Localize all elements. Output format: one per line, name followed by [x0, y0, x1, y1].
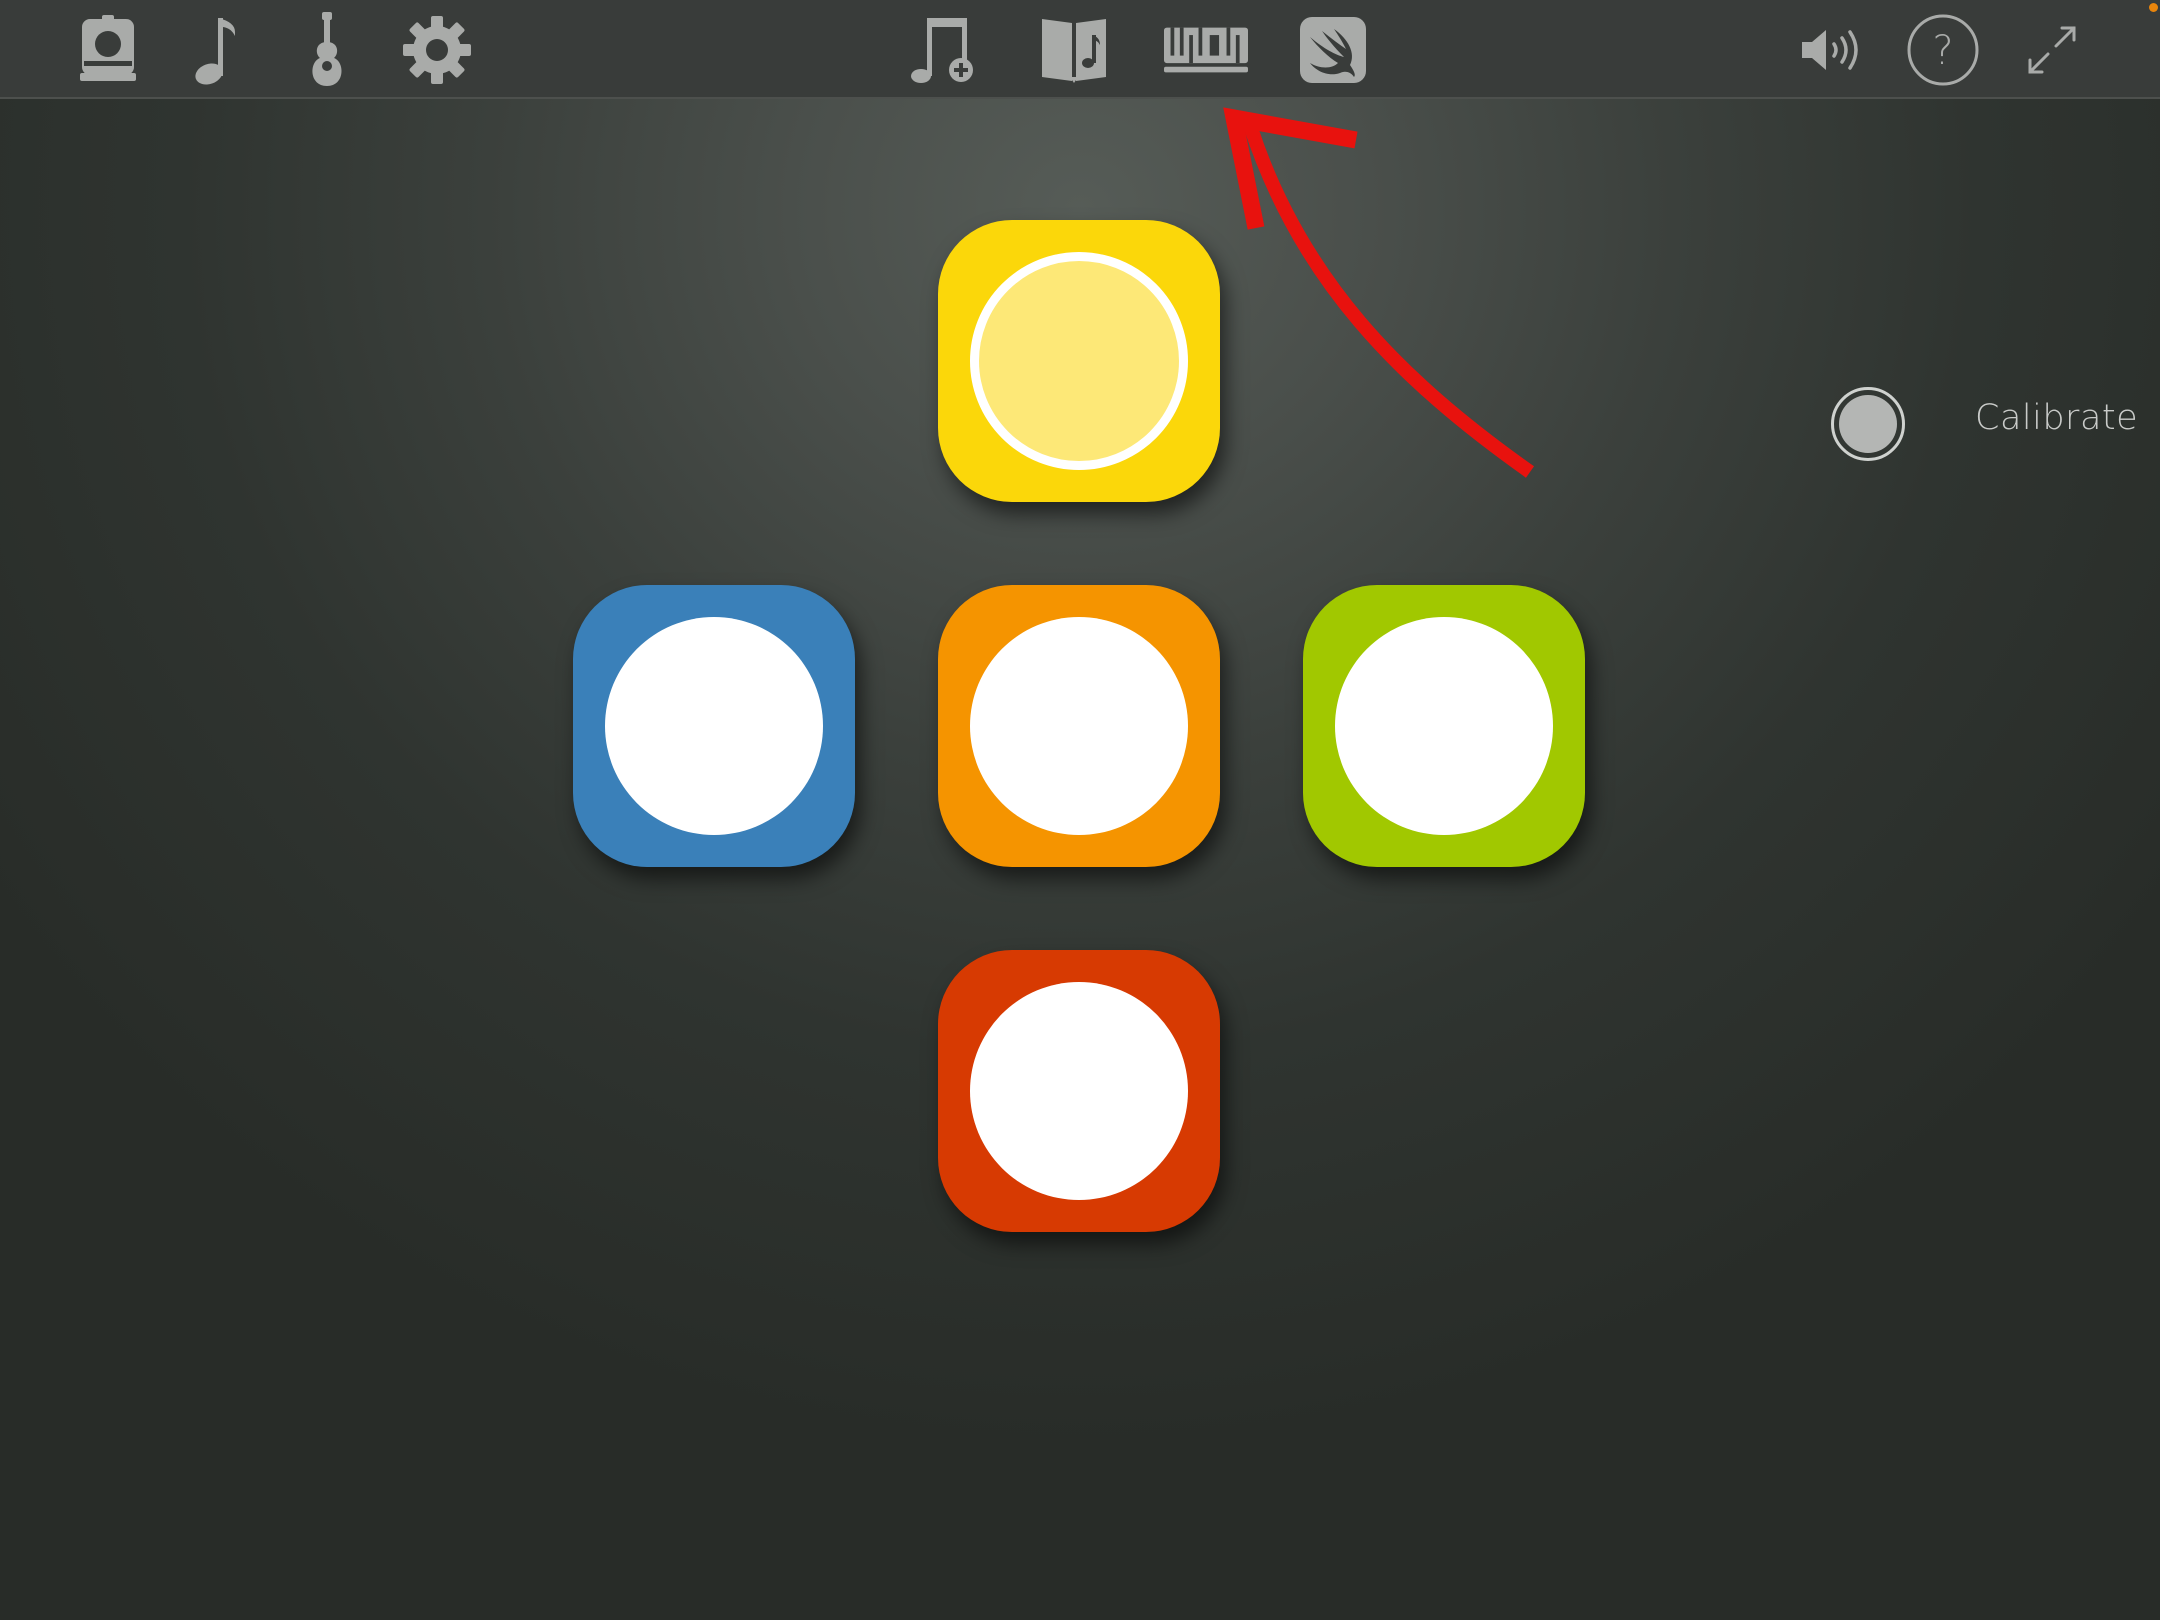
toolbar-swift-button[interactable]	[1291, 8, 1375, 92]
pad-red-dot	[970, 982, 1188, 1200]
volume-icon	[1802, 30, 1858, 70]
pad-yellow-dot	[970, 252, 1188, 470]
help-icon: ?	[1907, 14, 1979, 86]
add-song-icon	[911, 18, 973, 83]
toolbar-device-button[interactable]	[66, 8, 150, 92]
songbook-icon	[1042, 19, 1106, 83]
swift-icon	[1300, 17, 1366, 83]
toolbar-settings-button[interactable]	[395, 8, 479, 92]
calibrate-toggle-knob	[1839, 395, 1897, 453]
toolbar-volume-button[interactable]	[1791, 8, 1875, 92]
guitar-icon	[312, 12, 342, 86]
toolbar-add-song-button[interactable]	[902, 8, 986, 92]
gear-icon	[403, 16, 471, 84]
pad-blue[interactable]	[573, 585, 855, 867]
pad-blue-dot	[605, 617, 823, 835]
pad-orange[interactable]	[938, 585, 1220, 867]
toolbar-songbook-button[interactable]	[1032, 8, 1116, 92]
status-indicator	[2149, 3, 2158, 12]
top-toolbar: ?	[0, 0, 2160, 99]
toolbar-instrument-button[interactable]	[285, 8, 369, 92]
toolbar-note-button[interactable]	[176, 8, 260, 92]
pad-orange-dot	[970, 617, 1188, 835]
calibrate-label: Calibrate	[1975, 398, 2139, 438]
pad-yellow[interactable]	[938, 220, 1220, 502]
pad-red[interactable]	[938, 950, 1220, 1232]
speaker-device-icon	[80, 15, 136, 81]
pad-green[interactable]	[1303, 585, 1585, 867]
toolbar-help-button[interactable]: ?	[1901, 8, 1985, 92]
pad-green-dot	[1335, 617, 1553, 835]
midi-icon	[1164, 27, 1248, 73]
music-note-icon	[195, 18, 235, 85]
calibrate-toggle[interactable]	[1831, 387, 1905, 461]
svg-text:?: ?	[1932, 28, 1953, 74]
fullscreen-icon	[2028, 26, 2076, 74]
toolbar-fullscreen-button[interactable]	[2010, 8, 2094, 92]
toolbar-midi-button[interactable]	[1164, 8, 1248, 92]
